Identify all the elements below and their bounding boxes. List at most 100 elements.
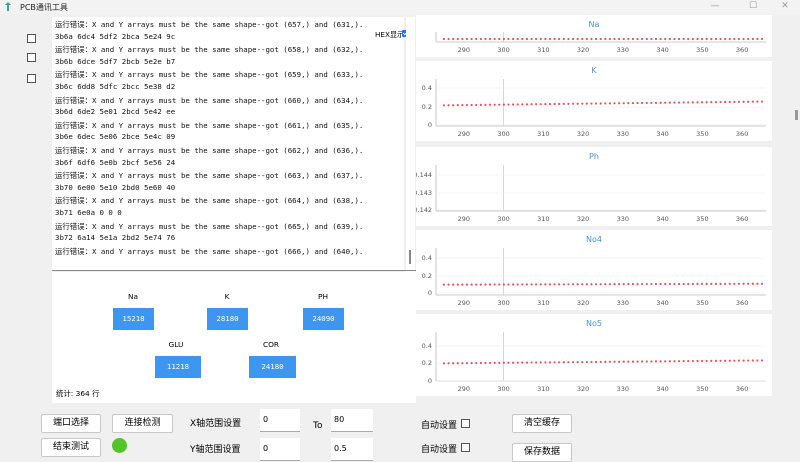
- y-min-input[interactable]: 0: [260, 438, 300, 461]
- checkbox-2[interactable]: [27, 53, 36, 62]
- x-tick-label: 320: [577, 299, 589, 307]
- y-tick-label: 0.142: [416, 206, 432, 214]
- log-line: 运行错误：X and Y arrays must be the same sha…: [55, 246, 364, 256]
- data-point: [488, 37, 492, 41]
- data-point: [475, 283, 478, 286]
- x-min-input[interactable]: 0: [260, 409, 300, 432]
- data-point: [470, 283, 473, 286]
- k-label: K: [224, 292, 230, 301]
- data-point: [516, 361, 519, 364]
- data-point: [677, 101, 681, 104]
- chart-no4: No4 290 300 310 320 330 340 350 360 0.4 0.2 0: [416, 230, 772, 310]
- minimize-icon[interactable]: —: [700, 0, 730, 14]
- connect-test-button[interactable]: 连接检测: [112, 414, 173, 433]
- data-point: [548, 37, 552, 41]
- k-value: 28180: [207, 308, 248, 330]
- y-tick-label: 0.2: [422, 359, 432, 367]
- data-point: [724, 359, 727, 362]
- data-point: [700, 282, 704, 285]
- data-point: [618, 102, 621, 105]
- data-point: [687, 101, 690, 104]
- data-point: [737, 37, 741, 41]
- log-scrollbar[interactable]: [406, 17, 415, 273]
- data-point: [465, 362, 469, 365]
- data-point: [687, 37, 690, 41]
- data-point: [724, 37, 727, 41]
- port-select-button[interactable]: 端口选择: [41, 414, 101, 433]
- maximize-icon[interactable]: ☐: [738, 0, 768, 14]
- data-point: [571, 361, 575, 364]
- divider: [52, 270, 416, 271]
- data-point: [544, 103, 547, 106]
- data-point: [535, 361, 538, 364]
- cor-value: 24180: [249, 356, 296, 378]
- data-point: [668, 37, 671, 41]
- x-tick-label: 310: [537, 299, 549, 307]
- y-range-label: Y轴范围设置: [190, 445, 241, 455]
- y-max-input[interactable]: 0.5: [331, 438, 373, 461]
- y-tick-label: 0.2: [422, 272, 432, 280]
- x-max-input[interactable]: 80: [331, 409, 373, 432]
- data-point: [484, 37, 487, 41]
- x-tick-label: 350: [696, 385, 708, 393]
- auto-set-checkbox-1[interactable]: [461, 419, 470, 428]
- x-tick-label: 350: [696, 46, 708, 54]
- x-tick-label: 310: [537, 385, 549, 393]
- scrollbar-thumb[interactable]: [409, 250, 411, 264]
- data-point: [511, 361, 515, 364]
- data-point: [673, 282, 676, 286]
- data-point: [484, 361, 487, 365]
- data-point: [696, 101, 699, 104]
- y-tick-label: 0.4: [422, 254, 432, 262]
- close-icon[interactable]: ✕: [770, 0, 800, 14]
- data-point: [627, 360, 630, 363]
- data-point: [470, 37, 473, 41]
- data-point: [751, 37, 754, 41]
- data-point: [608, 360, 612, 363]
- data-point: [641, 101, 644, 105]
- chart-k: K 290 300 310 320 330 340 350 360 0.4 0.2 0: [416, 61, 772, 141]
- data-point: [622, 360, 625, 363]
- data-point: [682, 37, 685, 41]
- data-point: [742, 359, 745, 362]
- data-point: [493, 283, 496, 286]
- chart-title: Ph: [589, 152, 599, 161]
- data-point: [659, 360, 662, 363]
- data-point: [636, 360, 639, 363]
- data-point: [645, 101, 648, 105]
- y-tick-label: 0: [428, 121, 432, 129]
- data-point: [659, 101, 662, 104]
- checkbox-1[interactable]: [27, 34, 36, 43]
- data-point: [539, 103, 542, 106]
- data-point: [641, 360, 644, 363]
- data-point: [645, 282, 648, 286]
- chart-ph: Ph 290 300 310 320 330 340 350 360 0.144 0.143 0.14…: [416, 147, 772, 226]
- scrollbar-thumb[interactable]: [795, 110, 798, 120]
- save-data-button[interactable]: 保存数据: [512, 443, 572, 462]
- x-tick-label: 340: [656, 215, 668, 223]
- log-output[interactable]: 运行错误：X and Y arrays must be the same sha…: [52, 17, 404, 270]
- data-point: [558, 283, 561, 286]
- chart-title: No4: [586, 235, 602, 244]
- data-point: [562, 37, 565, 41]
- clear-cache-button[interactable]: 清空缓存: [512, 414, 572, 433]
- data-point: [479, 361, 482, 365]
- data-point: [594, 102, 598, 105]
- data-point: [590, 102, 593, 105]
- x-tick-label: 310: [537, 215, 549, 223]
- y-tick-label: 0.144: [416, 171, 432, 179]
- data-point: [479, 37, 482, 41]
- right-scrollbar[interactable]: [788, 14, 800, 452]
- end-test-button[interactable]: 结束测试: [41, 438, 101, 457]
- checkbox-3[interactable]: [27, 74, 36, 83]
- auto-set-checkbox-2[interactable]: [461, 443, 470, 452]
- data-point: [604, 283, 607, 286]
- data-point: [447, 283, 450, 286]
- data-point: [590, 360, 593, 364]
- data-point: [521, 103, 524, 106]
- data-point: [502, 103, 505, 106]
- data-point: [585, 37, 588, 41]
- data-point: [535, 37, 538, 41]
- data-point: [673, 101, 676, 104]
- y-tick-label: 0: [428, 289, 432, 297]
